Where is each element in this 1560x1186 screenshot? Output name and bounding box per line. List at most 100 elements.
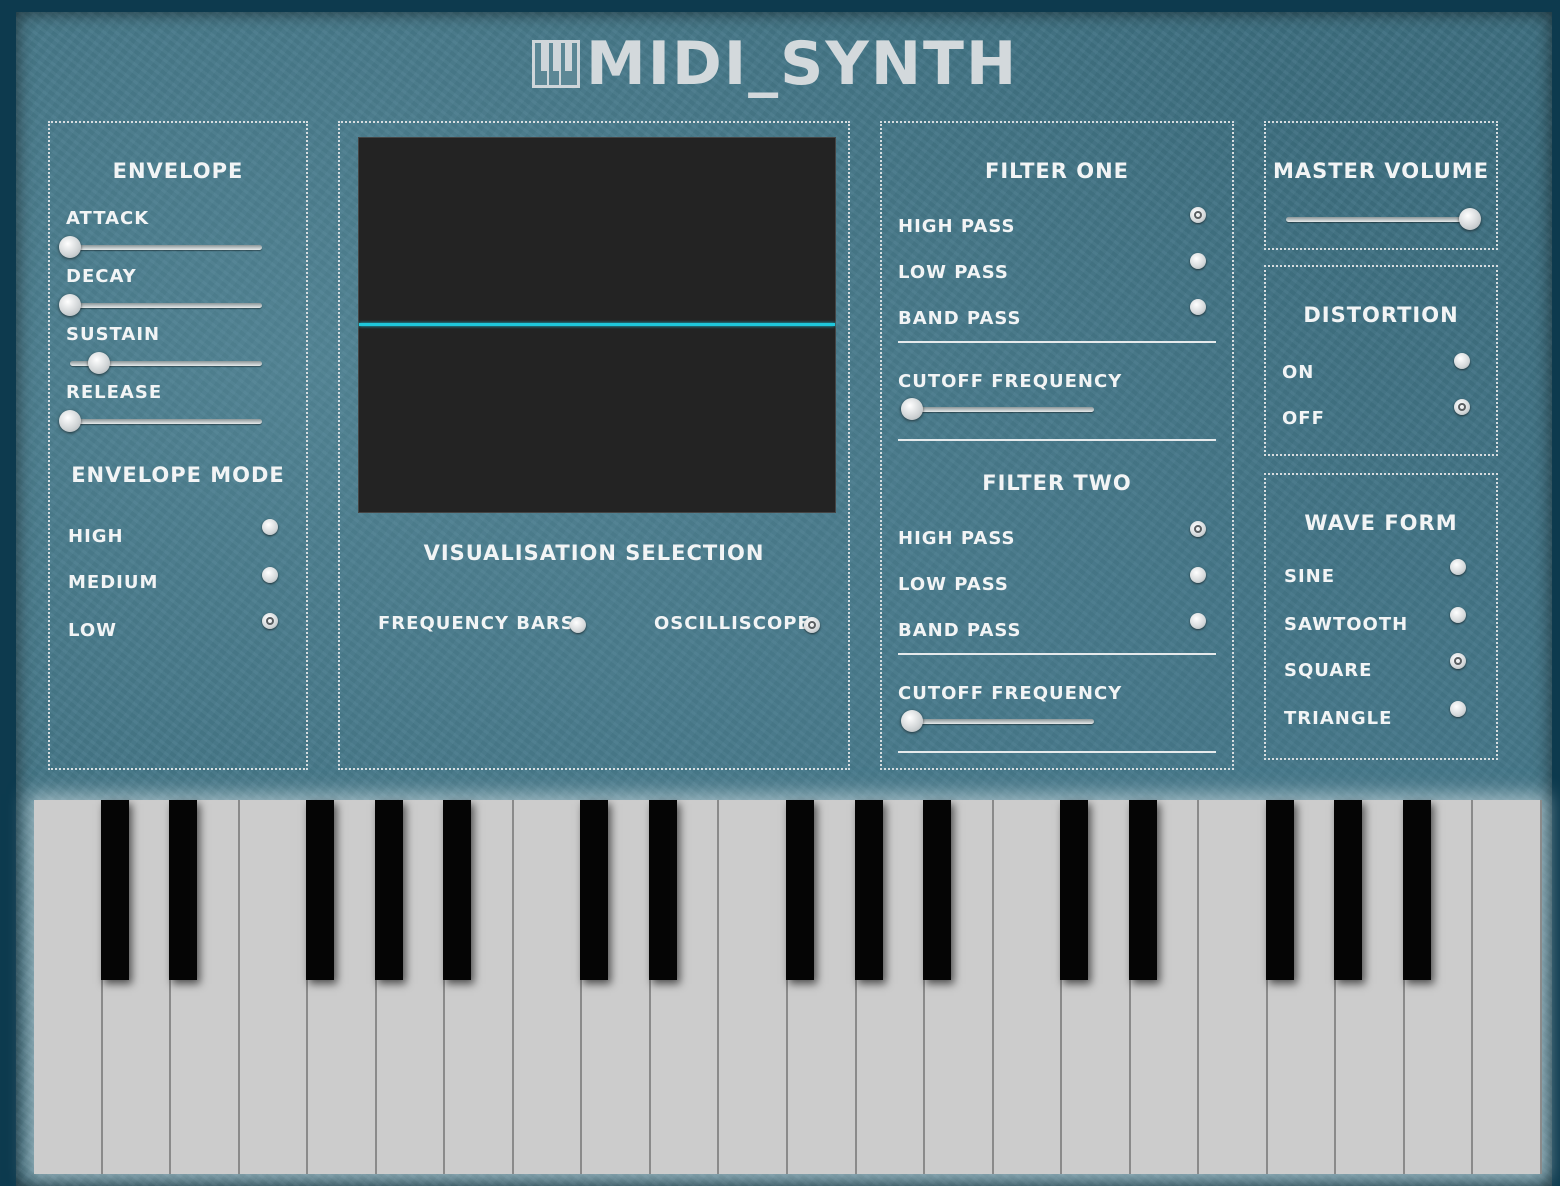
filter-one-divider-top <box>898 341 1216 343</box>
envelope-mode-low-label: LOW <box>68 620 117 641</box>
wave-triangle-radio[interactable] <box>1450 701 1466 717</box>
attack-slider-thumb[interactable] <box>59 236 81 258</box>
black-key[interactable] <box>306 800 335 980</box>
white-key[interactable] <box>513 800 583 1174</box>
white-key[interactable] <box>993 800 1063 1174</box>
sustain-slider-thumb[interactable] <box>87 352 110 374</box>
white-key[interactable] <box>719 800 788 1174</box>
app-header: MIDI_SYNTH <box>532 34 1018 94</box>
filter-one-heading: FILTER ONE <box>985 159 1129 183</box>
visualisation-panel: VISUALISATION SELECTION FREQUENCY BARS O… <box>338 121 850 770</box>
filter-one-cutoff-thumb[interactable] <box>901 398 923 420</box>
sustain-label: SUSTAIN <box>66 324 161 345</box>
filter-two-cutoff-thumb[interactable] <box>901 710 923 732</box>
decay-slider-thumb[interactable] <box>59 294 81 316</box>
decay-slider[interactable] <box>59 294 262 316</box>
wave-sine-label: SINE <box>1284 566 1336 587</box>
visualisation-heading: VISUALISATION SELECTION <box>423 541 765 565</box>
black-key[interactable] <box>169 800 198 980</box>
wave-triangle-label: TRIANGLE <box>1284 708 1393 729</box>
envelope-mode-medium-radio[interactable] <box>262 567 278 583</box>
master-volume-thumb[interactable] <box>1459 208 1481 230</box>
master-volume-slider[interactable] <box>1286 208 1481 230</box>
filter-one-low-pass-label: LOW PASS <box>898 262 1009 283</box>
filter-one-band-pass-radio[interactable] <box>1190 299 1206 315</box>
black-key[interactable] <box>1265 800 1294 980</box>
wave-sawtooth-radio[interactable] <box>1450 607 1466 623</box>
filter-one-low-pass-radio[interactable] <box>1190 253 1206 269</box>
distortion-on-radio[interactable] <box>1454 353 1470 369</box>
release-slider[interactable] <box>59 410 262 432</box>
distortion-panel: DISTORTION ON OFF <box>1264 265 1498 456</box>
white-key[interactable] <box>34 800 103 1174</box>
envelope-panel: ENVELOPE ATTACK DECAY SUSTAIN RELEASE EN… <box>48 121 308 770</box>
envelope-mode-low-radio[interactable] <box>262 613 278 629</box>
frequency-bars-label: FREQUENCY BARS <box>378 613 575 634</box>
distortion-off-radio[interactable] <box>1454 399 1470 415</box>
attack-label: ATTACK <box>66 208 150 229</box>
filter-two-divider-top <box>898 653 1216 655</box>
piano-keyboard <box>34 800 1542 1174</box>
distortion-on-label: ON <box>1282 362 1315 383</box>
app-title: MIDI_SYNTH <box>586 29 1019 99</box>
release-slider-thumb[interactable] <box>59 410 81 432</box>
black-key[interactable] <box>580 800 609 980</box>
master-volume-heading: MASTER VOLUME <box>1272 159 1490 183</box>
filter-two-cutoff-label: CUTOFF FREQUENCY <box>898 683 1123 704</box>
filter-one-cutoff-slider[interactable] <box>901 398 1094 420</box>
oscilloscope-waveform-line <box>359 323 835 326</box>
wave-square-label: SQUARE <box>1284 660 1373 681</box>
black-key[interactable] <box>1402 800 1431 980</box>
black-key[interactable] <box>100 800 129 980</box>
black-key[interactable] <box>1128 800 1157 980</box>
envelope-mode-high-radio[interactable] <box>262 519 278 535</box>
filter-two-low-pass-label: LOW PASS <box>898 574 1009 595</box>
filter-panel: FILTER ONE HIGH PASS LOW PASS BAND PASS … <box>880 121 1234 770</box>
wave-form-panel: WAVE FORM SINE SAWTOOTH SQUARE TRIANGLE <box>1264 473 1498 760</box>
frequency-bars-radio[interactable] <box>570 617 586 633</box>
wave-square-radio[interactable] <box>1450 653 1466 669</box>
black-key[interactable] <box>786 800 814 980</box>
black-key[interactable] <box>923 800 952 980</box>
oscilliscope-radio[interactable] <box>804 617 820 633</box>
distortion-off-label: OFF <box>1282 408 1325 429</box>
filter-two-band-pass-label: BAND PASS <box>898 620 1022 641</box>
wave-sine-radio[interactable] <box>1450 559 1466 575</box>
master-volume-panel: MASTER VOLUME <box>1264 121 1498 250</box>
filter-two-divider-bottom <box>898 751 1216 753</box>
black-key[interactable] <box>648 800 677 980</box>
filter-one-divider-bottom <box>898 439 1216 441</box>
black-key[interactable] <box>1060 800 1089 980</box>
filter-one-band-pass-label: BAND PASS <box>898 308 1022 329</box>
filter-two-band-pass-radio[interactable] <box>1190 613 1206 629</box>
attack-slider[interactable] <box>59 236 262 258</box>
filter-one-high-pass-label: HIGH PASS <box>898 216 1016 237</box>
black-key[interactable] <box>1334 800 1363 980</box>
filter-two-cutoff-slider[interactable] <box>901 710 1094 732</box>
black-key[interactable] <box>443 800 472 980</box>
filter-two-high-pass-radio[interactable] <box>1190 521 1206 537</box>
filter-one-high-pass-radio[interactable] <box>1190 207 1206 223</box>
envelope-heading: ENVELOPE <box>112 159 244 183</box>
oscilloscope-display <box>358 137 836 513</box>
release-label: RELEASE <box>66 382 163 403</box>
wave-form-heading: WAVE FORM <box>1304 511 1458 535</box>
filter-one-cutoff-label: CUTOFF FREQUENCY <box>898 371 1123 392</box>
white-key[interactable] <box>1199 800 1268 1174</box>
white-key[interactable] <box>239 800 309 1174</box>
decay-label: DECAY <box>66 266 137 287</box>
oscilliscope-label: OSCILLISCOPE <box>654 613 811 634</box>
filter-two-low-pass-radio[interactable] <box>1190 567 1206 583</box>
envelope-mode-heading: ENVELOPE MODE <box>71 463 285 487</box>
sustain-slider[interactable] <box>70 352 262 374</box>
white-key[interactable] <box>1473 800 1542 1174</box>
filter-two-heading: FILTER TWO <box>982 471 1132 495</box>
filter-two-high-pass-label: HIGH PASS <box>898 528 1016 549</box>
envelope-mode-high-label: HIGH <box>68 526 124 547</box>
black-key[interactable] <box>854 800 883 980</box>
distortion-heading: DISTORTION <box>1303 303 1459 327</box>
envelope-mode-medium-label: MEDIUM <box>68 572 159 593</box>
wave-sawtooth-label: SAWTOOTH <box>1284 614 1409 635</box>
black-key[interactable] <box>374 800 403 980</box>
piano-keys-icon <box>532 40 580 88</box>
